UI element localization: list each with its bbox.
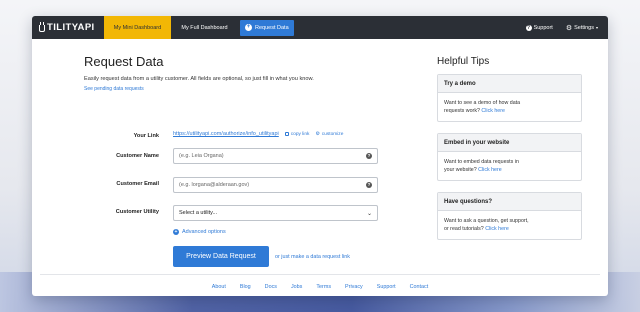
tips-title: Helpful Tips: [437, 56, 490, 67]
footer-link-privacy[interactable]: Privacy: [345, 284, 363, 290]
support-label: Support: [533, 24, 553, 31]
tip-card-questions: Have questions? Want to ask a question, …: [437, 192, 582, 240]
tip-card-body: Want to ask a question, get support, or …: [438, 211, 581, 239]
footer-link-contact[interactable]: Contact: [410, 284, 429, 290]
tab-request-data[interactable]: + Request Data: [240, 19, 294, 36]
footer-link-blog[interactable]: Blog: [240, 284, 251, 290]
tip-click-here-link[interactable]: Click here: [478, 167, 502, 173]
tip-card-head: Have questions?: [438, 193, 581, 211]
copy-link-button[interactable]: copy link: [284, 131, 310, 137]
make-link-only-link[interactable]: or just make a data request link: [275, 254, 350, 260]
utility-select-value: Select a utility...: [179, 210, 218, 216]
authorize-url-link[interactable]: https://utilityapi.com/authorize/info_ut…: [173, 131, 279, 137]
customer-email-label: Customer Email: [116, 181, 159, 187]
top-navbar: TILITYAPI My Mini Dashboard My Full Dash…: [32, 16, 608, 39]
utilityapi-logo[interactable]: TILITYAPI: [32, 16, 104, 39]
customer-name-input[interactable]: (e.g. Leia Organa) ?: [173, 148, 378, 164]
tip-card-body: Want to see a demo of how data requests …: [438, 93, 581, 121]
cup-logo-icon: [38, 22, 46, 33]
customer-utility-label: Customer Utility: [115, 209, 159, 215]
browser-window: TILITYAPI My Mini Dashboard My Full Dash…: [32, 16, 608, 296]
tab-label: Request Data: [255, 24, 289, 31]
tab-label: My Full Dashboard: [181, 24, 228, 31]
tip-card-head: Embed in your website: [438, 134, 581, 152]
tip-click-here-link[interactable]: Click here: [485, 226, 509, 232]
footer-link-terms[interactable]: Terms: [316, 284, 331, 290]
copy-link-label: copy link: [290, 131, 310, 137]
tip-text: Want to see a demo of how data: [444, 100, 521, 106]
gear-icon: ⚙: [315, 131, 320, 137]
tip-text: requests work?: [444, 108, 482, 114]
footer-links: About Blog Docs Jobs Terms Privacy Suppo…: [32, 284, 608, 290]
customer-utility-select[interactable]: Select a utility... ⌄: [173, 205, 378, 221]
nav-right-group: ? Support ⚙ Settings ▾: [513, 24, 608, 32]
tab-label: My Mini Dashboard: [113, 24, 162, 31]
question-circle-icon: ?: [525, 24, 532, 31]
plus-circle-icon: +: [245, 24, 252, 31]
pending-requests-link[interactable]: See pending data requests: [84, 86, 144, 92]
intro-text: Easily request data from a utility custo…: [84, 76, 314, 82]
customize-link[interactable]: ⚙ customize: [315, 132, 343, 137]
tip-text: Want to ask a question, get support,: [444, 218, 529, 224]
preview-data-request-button[interactable]: Preview Data Request: [173, 246, 269, 267]
plus-circle-icon: +: [173, 229, 179, 235]
tip-text: Want to embed data requests in: [444, 159, 519, 165]
customer-name-placeholder: (e.g. Leia Organa): [179, 153, 224, 159]
settings-menu[interactable]: ⚙ Settings ▾: [566, 24, 598, 32]
footer-link-jobs[interactable]: Jobs: [291, 284, 302, 290]
tip-text: your website?: [444, 167, 479, 173]
footer-link-docs[interactable]: Docs: [265, 284, 277, 290]
settings-label: Settings: [574, 24, 594, 31]
your-link-row: https://utilityapi.com/authorize/info_ut…: [173, 131, 343, 137]
your-link-label: Your Link: [133, 133, 159, 139]
customer-email-placeholder: (e.g. lorgana@alderaan.gov): [179, 182, 250, 188]
advanced-options-label: Advanced options: [182, 229, 226, 235]
tip-text: or read tutorials?: [444, 226, 486, 232]
tab-my-full-dashboard[interactable]: My Full Dashboard: [171, 16, 238, 39]
help-icon[interactable]: ?: [366, 182, 372, 188]
page-title: Request Data: [84, 54, 164, 69]
footer-divider: [40, 274, 600, 275]
footer-link-about[interactable]: About: [212, 284, 226, 290]
gear-icon: ⚙: [565, 24, 573, 32]
logo-text: TILITYAPI: [47, 22, 95, 33]
tip-card-demo: Try a demo Want to see a demo of how dat…: [437, 74, 582, 122]
copy-icon: [284, 132, 289, 136]
help-icon[interactable]: ?: [366, 153, 372, 159]
customize-label: customize: [321, 131, 344, 137]
customer-name-label: Customer Name: [116, 153, 159, 159]
tip-card-embed: Embed in your website Want to embed data…: [437, 133, 582, 181]
caret-down-icon: ▾: [595, 25, 598, 30]
support-menu[interactable]: ? Support: [525, 24, 553, 31]
chevron-down-icon: ⌄: [366, 210, 372, 217]
tip-click-here-link[interactable]: Click here: [481, 108, 505, 114]
tab-my-mini-dashboard[interactable]: My Mini Dashboard: [104, 16, 171, 39]
tip-card-body: Want to embed data requests in your webs…: [438, 152, 581, 180]
footer-link-support[interactable]: Support: [377, 284, 396, 290]
advanced-options-link[interactable]: + Advanced options: [173, 229, 226, 235]
customer-email-input[interactable]: (e.g. lorgana@alderaan.gov) ?: [173, 177, 378, 193]
tip-card-head: Try a demo: [438, 75, 581, 93]
